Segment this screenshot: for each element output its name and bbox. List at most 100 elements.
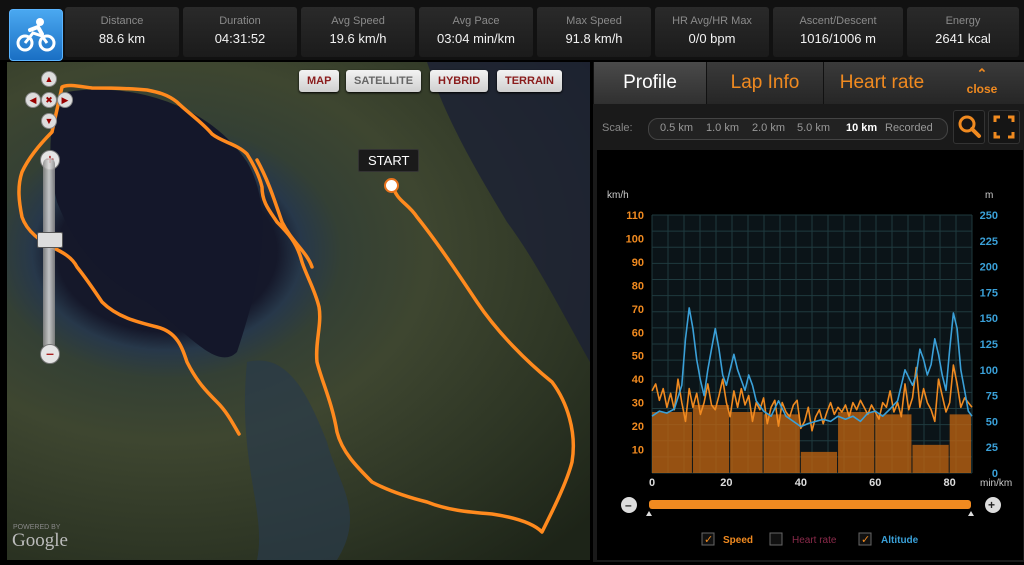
y-left-tick-label: 40 [632,374,644,386]
pan-right-icon[interactable]: ▶ [57,92,73,108]
pan-center-icon[interactable]: ✖ [41,92,57,108]
start-marker-icon[interactable] [384,178,399,193]
y-left-tick-label: 100 [626,233,644,245]
stat-label: Distance [100,15,144,27]
y-left-tick-label: 110 [626,210,644,222]
x-tick-label: 80 [944,477,956,489]
cyclist-glyph [16,18,56,52]
check-icon: ✓ [861,534,870,546]
stat-label: Avg Speed [331,15,385,27]
lake-shape [50,89,263,358]
stat-value: 88.6 km [98,31,146,46]
route-layer [17,62,590,560]
y-left-tick-label: 90 [632,257,644,269]
profile-chart[interactable]: 10 20 30 40 50 60 70 80 90 100 110 0 25 50 75 100 125 150… [597,150,1023,560]
close-label: close [966,82,998,96]
stat-value: 0/0 bpm [688,31,736,46]
pan-up-icon[interactable]: ▲ [41,71,57,87]
y-left-tick-label: 10 [632,445,644,457]
start-label: START [358,149,420,172]
speed-bar [800,451,838,473]
stat-label: Duration [219,15,261,27]
stats-bar: Distance 88.6 km Duration 04:31:52 Avg S… [0,0,1024,61]
zoom-chart-button[interactable] [953,110,985,144]
legend-label: Altitude [881,535,919,546]
stat-max-speed: Max Speed 91.8 km/h [537,7,651,57]
scale-option[interactable]: 0.5 km [660,122,693,134]
range-handles-icon[interactable] [646,511,974,516]
speed-bar [875,414,912,473]
y-left-tick-label: 30 [632,398,644,410]
magnifier-icon [958,115,981,138]
tab-profile[interactable]: Profile [593,62,706,104]
stat-value: 1016/1006 m [800,31,876,46]
scale-option[interactable]: 1.0 km [706,122,739,134]
stat-distance: Distance 88.6 km [65,7,179,57]
legend-altitude[interactable]: ✓ Altitude [858,532,919,546]
zoom-slider[interactable] [43,158,55,350]
y-left-tick-label: 70 [632,304,644,316]
legend-label: Heart rate [792,535,837,546]
legend-heart-rate[interactable]: Heart rate [769,532,837,546]
stat-label: Ascent/Descent [799,15,877,27]
tab-heart-rate[interactable]: Heart rate [823,62,940,104]
stat-ascent-descent: Ascent/Descent 1016/1006 m [773,7,903,57]
scale-option-selected[interactable]: 10 km [846,122,877,134]
x-axis-label: min/km [980,478,1012,489]
fullscreen-icon [993,115,1015,139]
cycling-icon[interactable] [9,9,63,61]
x-tick-label: 40 [795,477,807,489]
stat-heart-rate: HR Avg/HR Max 0/0 bpm [655,7,769,57]
range-slider[interactable] [649,500,971,509]
y-right-tick-label: 175 [980,287,998,299]
scale-option[interactable]: 5.0 km [797,122,830,134]
map-pan-control: ▲ ◀ ✖ ▶ ▼ [19,68,79,134]
speed-bar [838,412,875,473]
scale-options: 0.5 km 1.0 km 2.0 km 5.0 km 10 km Record… [648,118,948,140]
stat-energy: Energy 2641 kcal [907,7,1019,57]
close-button[interactable]: ⌃ close [940,62,1024,104]
map-type-terrain[interactable]: TERRAIN [497,70,562,92]
y-left-tick-label: 80 [632,280,644,292]
y-left-tick-label: 60 [632,327,644,339]
route-map[interactable]: MAP SATELLITE HYBRID TERRAIN ▲ ◀ ✖ ▶ ▼ +… [7,62,590,560]
stat-value: 04:31:52 [214,31,266,46]
y-left-tick-label: 50 [632,351,644,363]
google-logo[interactable]: Google [12,530,68,552]
range-minus-glyph: – [625,498,632,512]
tab-lap-info[interactable]: Lap Info [706,62,823,104]
bay-shape [244,360,350,560]
scale-option[interactable]: 2.0 km [752,122,785,134]
y-right-tick-label: 200 [980,262,998,274]
stat-value: 91.8 km/h [565,31,623,46]
speed-bar [949,414,971,473]
profile-chart-svg: 10 20 30 40 50 60 70 80 90 100 110 0 25 50 75 100 125 150… [607,190,1012,546]
fullscreen-button[interactable] [988,110,1020,144]
y-left-tick-label: 20 [632,421,644,433]
sea-shape [427,62,590,362]
pan-left-icon[interactable]: ◀ [25,92,41,108]
stat-label: HR Avg/HR Max [672,15,752,27]
legend-speed[interactable]: ✓ Speed [701,532,753,546]
zoom-slider-handle[interactable] [37,232,63,248]
stat-label: Energy [945,15,981,27]
heart-rate-checkbox[interactable] [769,532,783,546]
y-right-tick-label: 75 [986,391,998,403]
scale-option[interactable]: Recorded [885,122,933,134]
pan-down-icon[interactable]: ▼ [41,113,57,129]
y-right-tick-label: 150 [980,313,998,325]
map-type-map[interactable]: MAP [299,70,340,92]
stat-avg-speed: Avg Speed 19.6 km/h [301,7,415,57]
legend-label: Speed [723,535,753,546]
map-type-satellite[interactable]: SATELLITE [346,70,422,92]
stat-duration: Duration 04:31:52 [183,7,297,57]
range-plus-glyph: + [988,498,995,512]
y-left-label: km/h [607,190,629,201]
zoom-out-icon[interactable]: – [40,344,60,364]
x-tick-label: 0 [649,477,655,489]
map-type-hybrid[interactable]: HYBRID [430,70,489,92]
stat-label: Max Speed [566,15,622,27]
y-right-tick-label: 125 [980,339,998,351]
speed-bar [912,444,949,473]
speed-bar [692,404,730,473]
